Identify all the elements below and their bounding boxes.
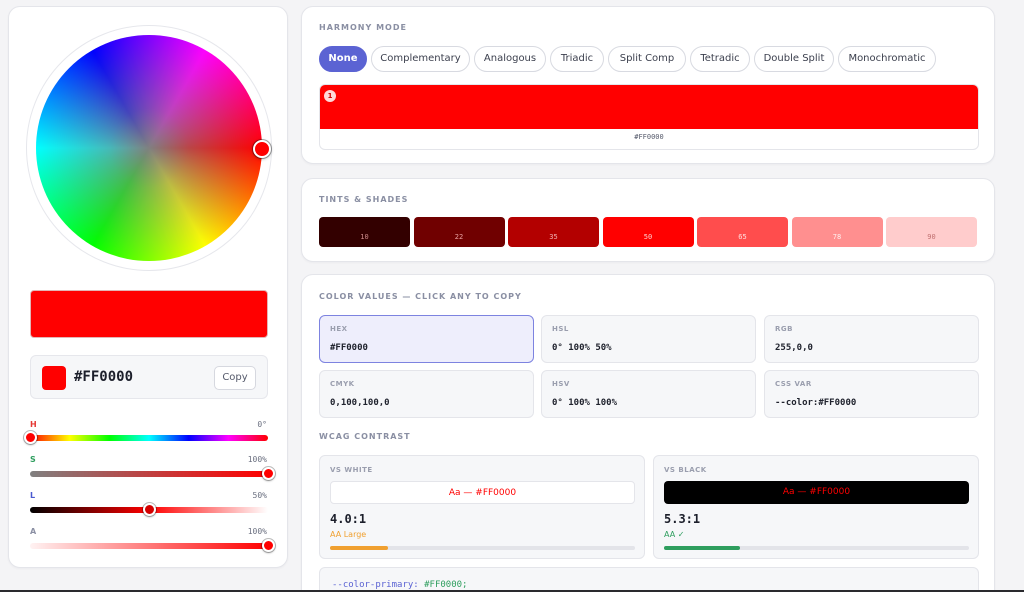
hex-display: #FF0000 Copy — [30, 355, 268, 399]
contrast-sample-black: Aa — #FF0000 — [664, 481, 969, 504]
value-label: HSV — [552, 380, 570, 388]
contrast-bar — [330, 546, 635, 550]
tint-swatch[interactable]: 65 — [697, 217, 788, 247]
contrast-vs-white: VS WHITE Aa — #FF0000 4.0:1 AA Large — [319, 455, 645, 559]
lightness-label: L — [30, 491, 36, 500]
contrast-grade: AA ✓ — [664, 530, 685, 539]
hue-value: 0° — [257, 420, 267, 429]
saturation-value: 100% — [247, 455, 267, 464]
alpha-label: A — [30, 527, 37, 536]
hue-label: H — [30, 420, 37, 429]
contrast-grade: AA Large — [330, 530, 367, 539]
color-wheel-handle[interactable] — [253, 140, 271, 158]
harmony-swatch[interactable]: 1 #FF0000 — [319, 84, 979, 150]
css-output[interactable]: --color-primary: #FF0000; — [319, 567, 979, 592]
wcag-title: WCAG CONTRAST — [319, 432, 411, 441]
harmony-swatch-hex: #FF0000 — [634, 133, 664, 141]
color-values-title: COLOR VALUES — CLICK ANY TO COPY — [319, 292, 522, 301]
value-text: 0° 100% 50% — [552, 343, 612, 353]
value-label: HSL — [552, 325, 569, 333]
lightness-slider-thumb[interactable] — [142, 503, 156, 516]
hue-slider[interactable] — [30, 435, 268, 441]
mode-tetradic-button[interactable]: Tetradic — [690, 46, 750, 72]
harmony-swatch-color[interactable] — [320, 85, 978, 129]
value-label: CSS VAR — [775, 380, 812, 388]
tint-swatch[interactable]: 50 — [602, 217, 694, 247]
tint-swatch[interactable]: 78 — [791, 217, 883, 247]
value-text: #FF0000 — [330, 343, 368, 353]
harmony-swatch-index: 1 — [324, 90, 336, 102]
value-hex[interactable]: HEX #FF0000 — [319, 315, 534, 363]
css-prop: --color-primary: — [332, 580, 419, 590]
saturation-slider-thumb[interactable] — [261, 467, 275, 480]
harmony-panel: HARMONY MODE None Complementary Analogou… — [301, 6, 995, 164]
color-wheel[interactable] — [36, 35, 262, 261]
mode-analogous-button[interactable]: Analogous — [474, 46, 546, 72]
value-cmyk[interactable]: CMYK 0,100,100,0 — [319, 370, 534, 418]
value-text: 0° 100% 100% — [552, 398, 618, 408]
tints-shades-panel: TINTS & SHADES 10 22 35 50 65 78 90 — [301, 178, 995, 262]
mode-split-comp-button[interactable]: Split Comp — [608, 46, 686, 72]
value-label: CMYK — [330, 380, 355, 388]
value-css-var[interactable]: CSS VAR --color:#FF0000 — [764, 370, 979, 418]
contrast-bar — [664, 546, 969, 550]
contrast-bar-fill — [664, 546, 741, 550]
alpha-value: 100% — [247, 527, 267, 536]
mode-none-button[interactable]: None — [319, 46, 367, 72]
lightness-value: 50% — [252, 491, 267, 500]
color-values-panel: COLOR VALUES — CLICK ANY TO COPY HEX #FF… — [301, 274, 995, 592]
hex-value[interactable]: #FF0000 — [74, 369, 133, 385]
tint-swatch[interactable]: 22 — [413, 217, 505, 247]
value-label: RGB — [775, 325, 793, 333]
tint-swatch[interactable]: 10 — [319, 217, 410, 247]
alpha-slider-thumb[interactable] — [261, 539, 275, 552]
current-color-preview — [30, 290, 268, 338]
copy-button[interactable]: Copy — [214, 366, 256, 390]
saturation-label: S — [30, 455, 36, 464]
hex-color-chip — [42, 366, 66, 390]
value-text: 0,100,100,0 — [330, 398, 390, 408]
value-hsv[interactable]: HSV 0° 100% 100% — [541, 370, 756, 418]
contrast-bar-fill — [330, 546, 388, 550]
mode-double-split-button[interactable]: Double Split — [754, 46, 834, 72]
mode-monochromatic-button[interactable]: Monochromatic — [838, 46, 936, 72]
value-text: 255,0,0 — [775, 343, 813, 353]
tints-title: TINTS & SHADES — [319, 195, 409, 204]
value-text: --color:#FF0000 — [775, 398, 857, 408]
harmony-title: HARMONY MODE — [319, 23, 407, 32]
contrast-vs-black: VS BLACK Aa — #FF0000 5.3:1 AA ✓ — [653, 455, 979, 559]
saturation-slider[interactable] — [30, 471, 268, 477]
value-label: HEX — [330, 325, 348, 333]
css-output-line: --color-primary: #FF0000; — [332, 580, 467, 590]
contrast-sample-white: Aa — #FF0000 — [330, 481, 635, 504]
mode-complementary-button[interactable]: Complementary — [371, 46, 470, 72]
mode-triadic-button[interactable]: Triadic — [550, 46, 604, 72]
hue-slider-thumb[interactable] — [23, 431, 37, 444]
alpha-slider[interactable] — [30, 543, 268, 549]
color-picker-panel: #FF0000 Copy H 0° S 100% L 50% A 100% — [8, 6, 288, 568]
value-rgb[interactable]: RGB 255,0,0 — [764, 315, 979, 363]
tint-swatch[interactable]: 90 — [886, 217, 977, 247]
contrast-ratio: 4.0:1 — [330, 512, 367, 526]
contrast-label: VS BLACK — [664, 466, 707, 474]
css-value: #FF0000; — [424, 580, 468, 590]
value-hsl[interactable]: HSL 0° 100% 50% — [541, 315, 756, 363]
contrast-label: VS WHITE — [330, 466, 373, 474]
contrast-ratio: 5.3:1 — [664, 512, 701, 526]
tint-swatch[interactable]: 35 — [508, 217, 599, 247]
